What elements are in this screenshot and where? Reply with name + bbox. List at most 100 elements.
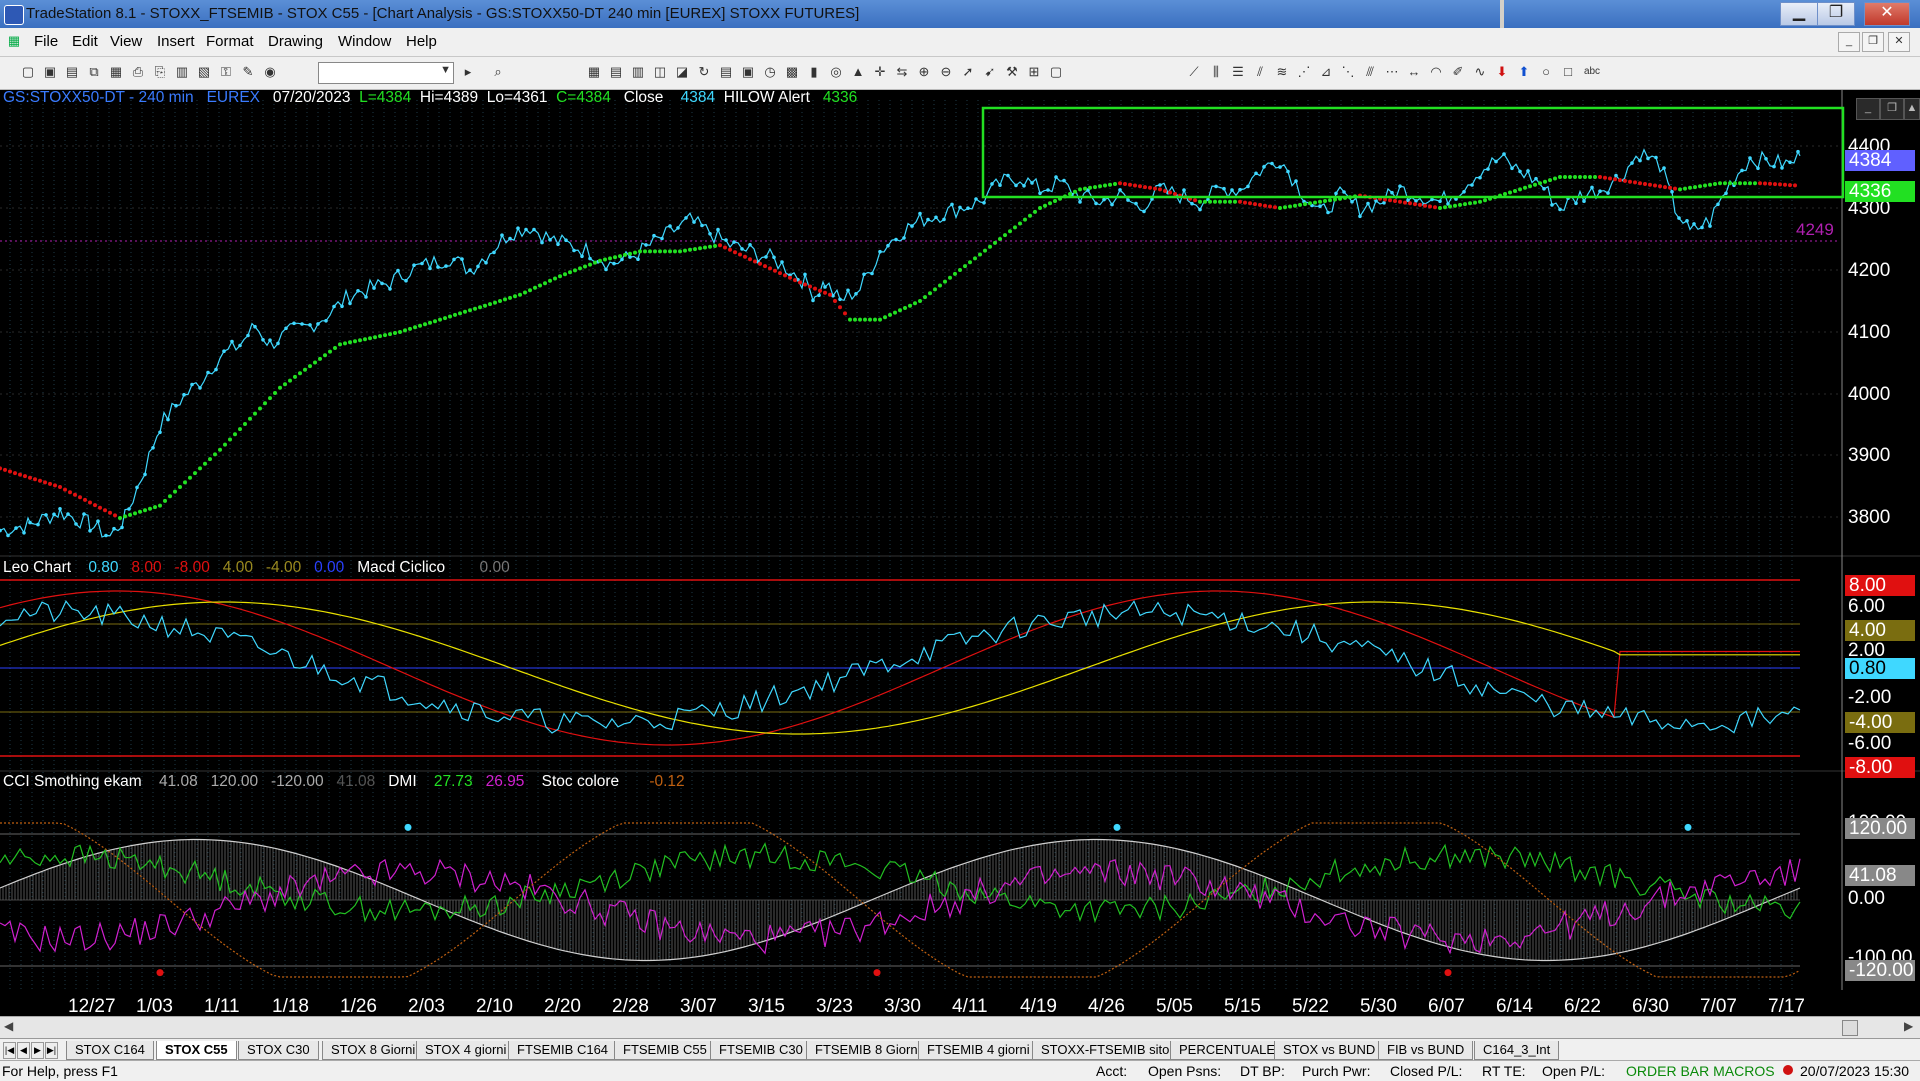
menu-view[interactable]: View [110, 33, 142, 50]
curve-icon[interactable]: ∿ [1472, 64, 1488, 80]
ma-point [1023, 217, 1027, 222]
scroll-thumb[interactable] [1842, 1020, 1858, 1036]
tab-stox-4-giorni[interactable]: STOX 4 giorni [416, 1041, 516, 1060]
tab-fib-vs-bund[interactable]: FIB vs BUND [1378, 1041, 1474, 1060]
print-icon[interactable]: ⎙ [130, 64, 146, 80]
tools-icon[interactable]: ⚒ [1004, 64, 1020, 80]
layout-icon[interactable]: ▥ [174, 64, 190, 80]
menu-edit[interactable]: Edit [72, 33, 98, 50]
pencil-icon[interactable]: ✐ [1450, 64, 1466, 80]
scroll-right-icon[interactable]: ▶ [1904, 1019, 1913, 1033]
tab-first-icon[interactable]: |◀ [3, 1042, 16, 1059]
chart-analysis-window[interactable]: GS:STOXX50-DT - 240 min EUREX 07/20/2023… [0, 89, 1920, 1038]
layout2-icon[interactable]: ▧ [196, 64, 212, 80]
chart-icon[interactable]: ◫ [652, 64, 668, 80]
ellipse-icon[interactable]: ○ [1538, 64, 1554, 80]
vertical-lines-icon[interactable]: ⫼ [1208, 64, 1224, 80]
tab-ftsemib-c164[interactable]: FTSEMIB C164 [508, 1041, 618, 1060]
speedline-icon[interactable]: ⋰ [1296, 64, 1312, 80]
tab-next-icon[interactable]: ▶ [31, 1042, 44, 1059]
horizontal-lines-icon[interactable]: ☰ [1230, 64, 1246, 80]
alert-icon[interactable]: ▲ [850, 64, 866, 80]
gann-icon[interactable]: ⊿ [1318, 64, 1334, 80]
copy-icon[interactable]: ⧉ [86, 64, 102, 80]
zoom-in-icon[interactable]: ⊕ [916, 64, 932, 80]
menu-format[interactable]: Format [206, 33, 254, 50]
regression-icon[interactable]: ⋱ [1340, 64, 1356, 80]
grid-icon[interactable]: ▦ [586, 64, 602, 80]
window-icon[interactable]: ▢ [1048, 64, 1064, 80]
menu-insert[interactable]: Insert [157, 33, 195, 50]
tab-ftsemib-4-giorni[interactable]: FTSEMIB 4 giorni [918, 1041, 1039, 1060]
swap-icon[interactable]: ⇆ [894, 64, 910, 80]
mdi-restore-button[interactable]: ❐ [1862, 32, 1884, 52]
zoom-out-icon[interactable]: ⊖ [938, 64, 954, 80]
chart-scroll-button[interactable]: ▲ [1904, 98, 1920, 120]
tab-stox-8-giorni[interactable]: STOX 8 Giorni [322, 1041, 425, 1060]
channel-icon[interactable]: ⫽ [1252, 64, 1268, 80]
horizontal-scrollbar[interactable]: ◀ ▶ [0, 1016, 1920, 1039]
paint-icon[interactable]: ✎ [240, 64, 256, 80]
arrow-down-icon[interactable]: ⬇ [1494, 64, 1510, 80]
workspace-combo[interactable]: ▼ [318, 62, 454, 84]
fan-icon[interactable]: ⋯ [1384, 64, 1400, 80]
andrews-icon[interactable]: ⫻ [1362, 64, 1378, 80]
refresh-icon[interactable]: ↻ [696, 64, 712, 80]
data-window-icon[interactable]: ▤ [718, 64, 734, 80]
tab-stoxx-ftsemib-sito[interactable]: STOXX-FTSEMIB sito [1032, 1041, 1179, 1060]
fibonacci-icon[interactable]: ≋ [1274, 64, 1290, 80]
table-icon[interactable]: ▥ [630, 64, 646, 80]
tab-prev-icon[interactable]: ◀ [17, 1042, 30, 1059]
minimize-button[interactable]: ▁ [1780, 2, 1818, 26]
close-button[interactable]: ✕ [1864, 2, 1910, 26]
find-icon[interactable]: ⌕ [490, 64, 506, 80]
play-icon[interactable]: ▸ [460, 64, 476, 80]
mdi-minimize-button[interactable]: _ [1838, 32, 1860, 52]
status-macros[interactable]: ORDER BAR MACROS [1626, 1063, 1775, 1079]
tab-stox-c30[interactable]: STOX C30 [238, 1041, 319, 1060]
mdi-close-button[interactable]: ✕ [1888, 32, 1910, 52]
scroll-left-icon[interactable]: ◀ [4, 1019, 13, 1033]
crosshair-icon[interactable]: ✛ [872, 64, 888, 80]
tab-stox-c55[interactable]: STOX C55 [156, 1041, 237, 1060]
trendline-icon[interactable]: ⟋ [1186, 64, 1202, 80]
tab-ftsemib-8-giorni[interactable]: FTSEMIB 8 Giorni [806, 1041, 930, 1060]
rectangle-icon[interactable]: □ [1560, 64, 1576, 80]
menu-file[interactable]: File [34, 33, 58, 50]
tab-last-icon[interactable]: ▶| [45, 1042, 58, 1059]
tab-ftsemib-c55[interactable]: FTSEMIB C55 [614, 1041, 716, 1060]
arrow-up-icon[interactable]: ⬆ [1516, 64, 1532, 80]
chevron-down-icon[interactable]: ▼ [440, 64, 451, 76]
lock-icon[interactable]: ⚿ [218, 64, 234, 80]
data2-icon[interactable]: ▣ [740, 64, 756, 80]
chart-minimize-button[interactable]: _ [1856, 98, 1880, 120]
options-icon[interactable]: ▩ [784, 64, 800, 80]
tab-stox-vs-bund[interactable]: STOX vs BUND [1274, 1041, 1385, 1060]
print-preview-icon[interactable]: ⎘ [152, 64, 168, 80]
text-icon[interactable]: abc [1582, 64, 1602, 80]
menu-window[interactable]: Window [338, 33, 391, 50]
chart-restore-button[interactable]: ❐ [1880, 98, 1904, 120]
menu-help[interactable]: Help [406, 33, 437, 50]
tab-ftsemib-c30[interactable]: FTSEMIB C30 [710, 1041, 812, 1060]
arrow-width-icon[interactable]: ↔ [1406, 64, 1422, 80]
tab-c164-3-int[interactable]: C164_3_Int [1474, 1041, 1560, 1060]
pointer-plus-icon[interactable]: ➹ [982, 64, 998, 80]
tab-stox-c164[interactable]: STOX C164 [66, 1041, 154, 1060]
grid2-icon[interactable]: ▤ [608, 64, 624, 80]
open-icon[interactable]: ▣ [42, 64, 58, 80]
arc-icon[interactable]: ◠ [1428, 64, 1444, 80]
insert-icon[interactable]: ⊞ [1026, 64, 1042, 80]
bar-chart-icon[interactable]: ▮ [806, 64, 822, 80]
tab-percentuale[interactable]: PERCENTUALE [1170, 1041, 1285, 1060]
new-doc-icon[interactable]: ▢ [20, 64, 36, 80]
menu-drawing[interactable]: Drawing [268, 33, 323, 50]
new-window-icon[interactable]: ▤ [64, 64, 80, 80]
pointer-icon[interactable]: ➚ [960, 64, 976, 80]
open-folder-icon[interactable]: ▦ [108, 64, 124, 80]
chart2-icon[interactable]: ◪ [674, 64, 690, 80]
web-icon[interactable]: ◉ [262, 64, 278, 80]
clock-icon[interactable]: ◷ [762, 64, 778, 80]
maximize-button[interactable]: ❐ [1817, 2, 1855, 26]
radar-icon[interactable]: ◎ [828, 64, 844, 80]
